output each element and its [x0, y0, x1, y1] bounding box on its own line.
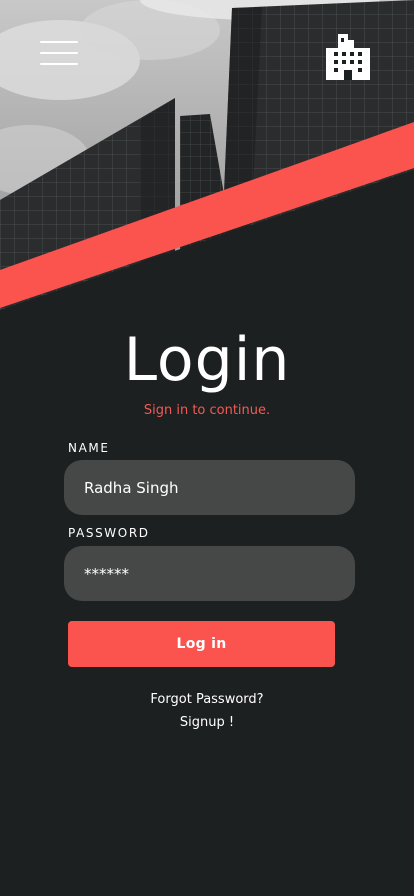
password-field[interactable] — [64, 546, 355, 601]
name-field[interactable] — [64, 460, 355, 515]
hamburger-menu-icon-bar — [40, 52, 78, 54]
page-title: Login — [123, 325, 291, 395]
forgot-password-link[interactable]: Forgot Password? — [0, 691, 414, 709]
login-screen: Login Sign in to continue. NAME PASSWORD… — [0, 0, 414, 896]
building-icon — [326, 34, 370, 80]
menu-button[interactable] — [40, 40, 78, 66]
password-label: PASSWORD — [68, 526, 150, 540]
login-button[interactable]: Log in — [68, 621, 335, 667]
hamburger-menu-icon-bar — [40, 41, 78, 43]
name-label: NAME — [68, 441, 110, 455]
hero-building-photo — [0, 0, 414, 330]
page-subtitle: Sign in to continue. — [143, 403, 271, 418]
hamburger-menu-icon-bar — [40, 63, 78, 65]
signup-link[interactable]: Signup ! — [0, 714, 414, 732]
